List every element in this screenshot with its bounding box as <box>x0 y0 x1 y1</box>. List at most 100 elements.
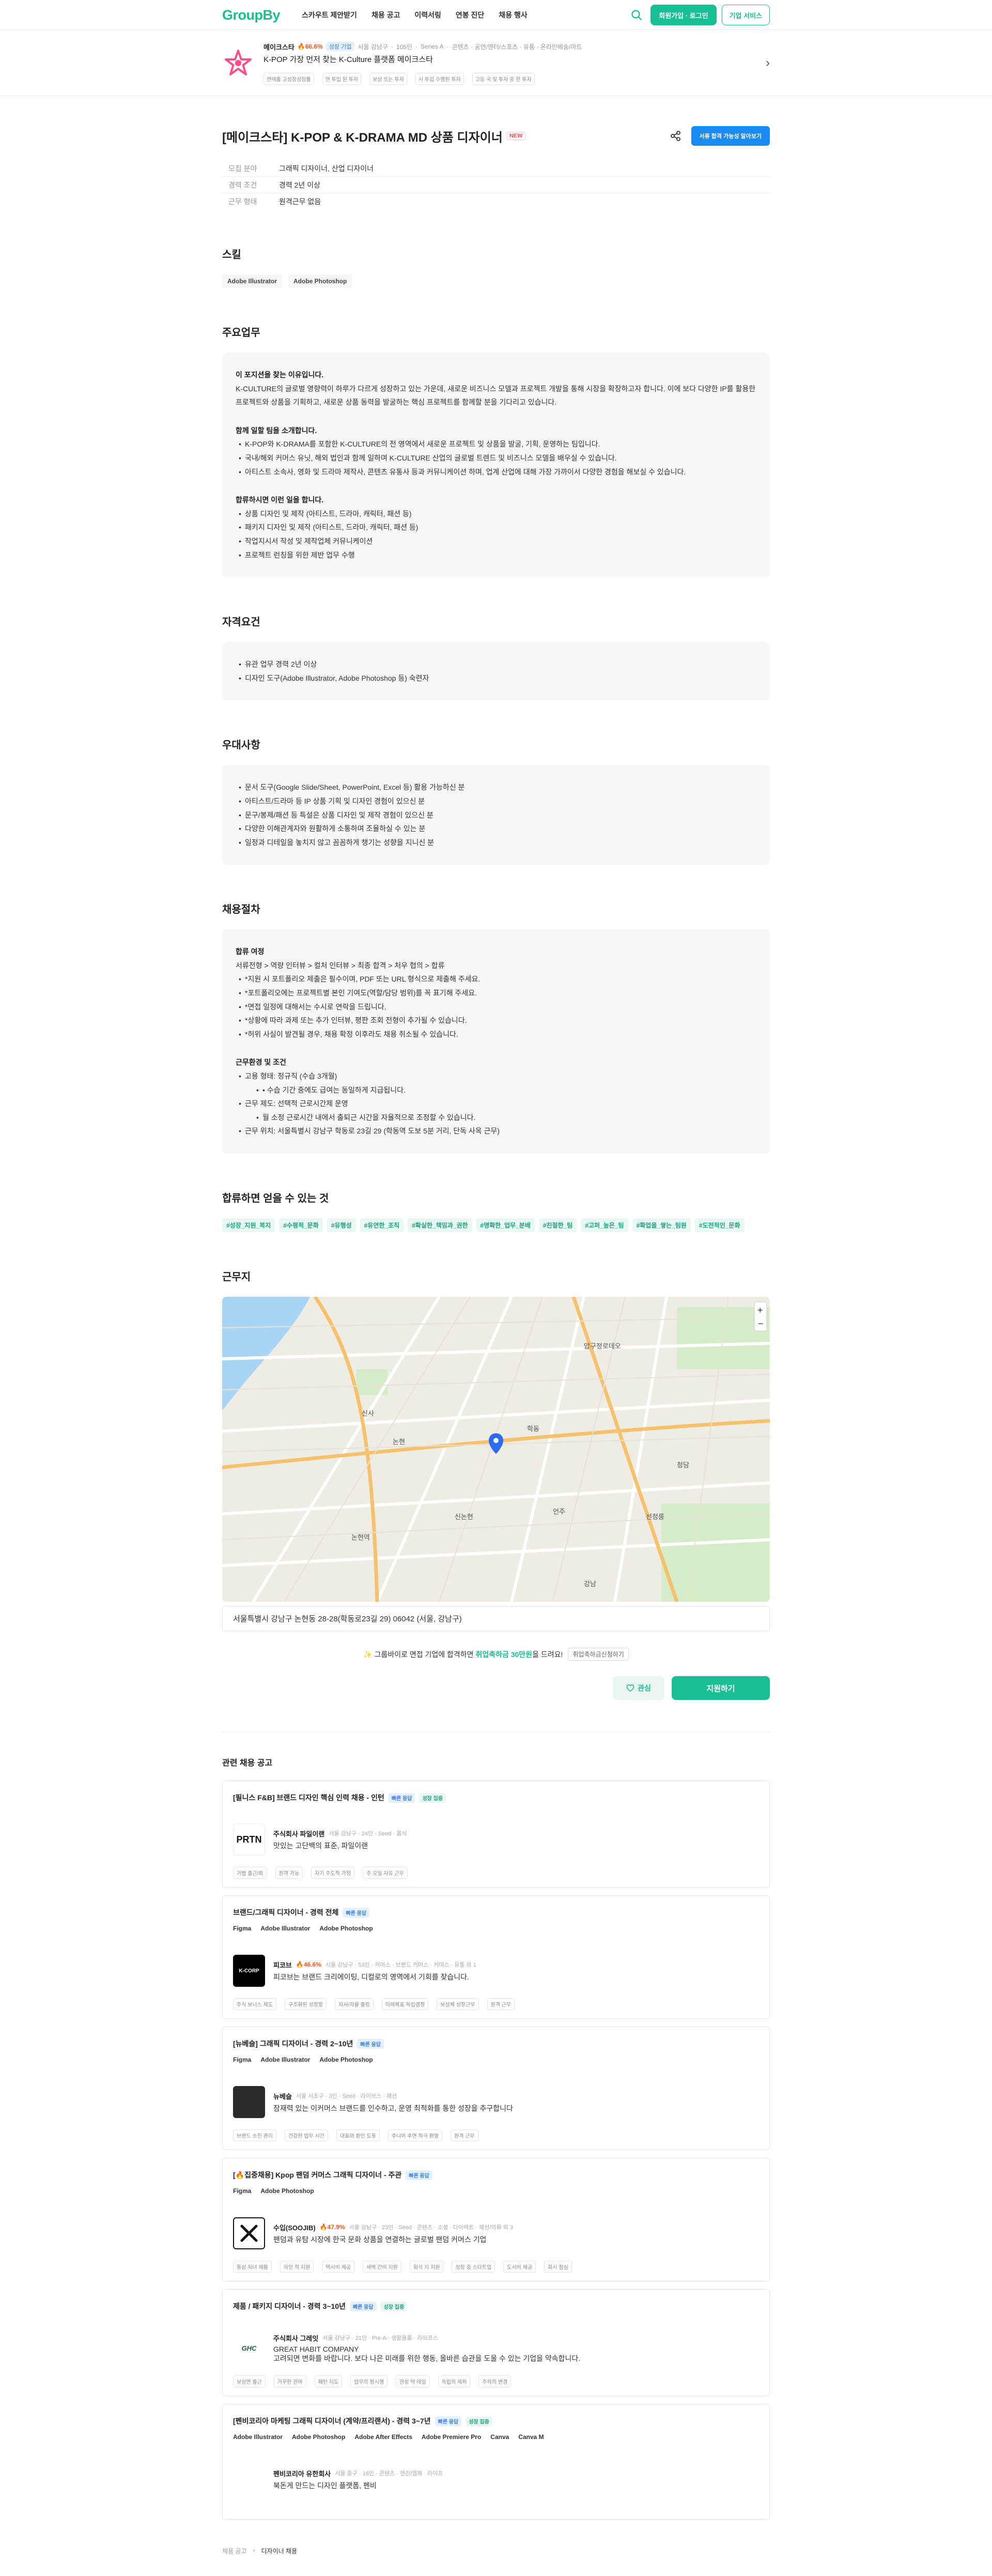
benefit-tag: #확업을_쌓는_팀원 <box>632 1218 691 1232</box>
breadcrumb-item[interactable]: 디자이너 채용 <box>261 2547 298 2555</box>
related-heading: 관련 채용 공고 <box>222 1759 273 1768</box>
nav-resume[interactable]: 이력서링 <box>414 10 441 20</box>
perk-tag: 주식 보너스 제도 <box>233 1998 276 2010</box>
benefit-tag: #수평적_문화 <box>279 1218 323 1232</box>
job-skill: Canva <box>490 2433 509 2441</box>
business-service-button[interactable]: 기업 서비스 <box>721 5 770 25</box>
benefits-heading: 합류하면 얻을 수 있는 것 <box>222 1193 329 1204</box>
share-icon[interactable] <box>668 128 684 144</box>
main-nav: 스카우트 제안받기 채용 공고 이력서링 연봉 진단 채용 행사 <box>302 10 628 20</box>
nav-scout[interactable]: 스카우트 제안받기 <box>302 10 357 20</box>
company-logo <box>233 2217 265 2249</box>
perk-tag: 가볍 출근/퇴 <box>233 1867 267 1879</box>
nav-salary[interactable]: 연봉 진단 <box>456 10 484 20</box>
bonus-apply-link[interactable]: 취업축하금신청하기 <box>568 1648 629 1661</box>
job-detail: [메이크스타] K-POP & K-DRAMA MD 상품 디자이너 NEW 서… <box>222 126 770 2576</box>
breadcrumb-item[interactable]: 채용 공고 <box>222 2547 247 2555</box>
company-meta: 서울 강남구 · 24인 · Seed · 음식 <box>329 1831 407 1837</box>
company-name: 피코브 <box>273 1961 292 1969</box>
pass-chance-button[interactable]: 서류 합격 가능성 알아보기 <box>691 126 770 146</box>
map-label: 학동 <box>527 1425 539 1433</box>
like-button[interactable]: 관심 <box>613 1676 664 1700</box>
preferred-heading: 우대사항 <box>222 740 260 752</box>
benefit-tags: #성장_지원_복지 #수평적_문화 #유행성 #유연한_조직 #확실한_책임과_… <box>222 1218 770 1232</box>
company-name: 뉴베슬 <box>273 2092 292 2100</box>
search-icon[interactable] <box>628 6 645 24</box>
growth-badge: 성장 기업 <box>326 42 355 51</box>
list-item: 문서 도구(Google Slide/Sheet, PowerPoint, Ex… <box>236 780 756 794</box>
nav-jobs[interactable]: 채용 공고 <box>371 10 400 20</box>
login-button[interactable]: 회원가입 · 로그인 <box>650 5 717 25</box>
job-skill: Figma <box>233 2187 252 2195</box>
perk-tag: 자기 주도적 가정 <box>311 1867 355 1879</box>
requirements-box: 유관 업무 경력 2년 이상 디자인 도구(Adobe Illustrator,… <box>222 642 770 701</box>
map-canvas: 논현 신사 학동 강남 압구정로데오 청담 언주 신논현 논현역 선정릉 + − <box>222 1297 770 1602</box>
chevron-right-icon[interactable]: › <box>766 56 770 70</box>
list-item: 프로젝트 런칭을 위한 제반 업무 수행 <box>236 548 756 562</box>
benefit-tag: #도전적인_문화 <box>694 1218 745 1232</box>
map-label: 압구정로데오 <box>584 1342 621 1350</box>
benefit-tag: #명확한_업무_분배 <box>476 1218 535 1232</box>
list-item: *면접 일정에 대해서는 수시로 연락을 드립니다. <box>236 1000 756 1014</box>
company-pills: 연매출 고성장성장률 연 투입 된 투자 보상 또는 투자 시 투입 수행된 투… <box>264 72 766 85</box>
perk-tag: 업무의 평시행 <box>350 2375 388 2387</box>
job-badge: 빠른 응답 <box>435 2416 462 2426</box>
perk-tag: 주 오일 자유 근무 <box>363 1867 408 1879</box>
like-label: 관심 <box>638 1684 651 1692</box>
bonus-text: ✨ 그룹바이로 면접 기업에 합격하면 <box>363 1650 474 1659</box>
list-item: 월 소정 근로시간 내에서 출퇴근 시간을 자율적으로 조정할 수 있습니다. <box>236 1111 756 1125</box>
related-job-title: [필니스 F&B] 브랜드 디자인 핵심 인력 채용 - 인턴 <box>233 1793 384 1802</box>
requirements-heading: 자격요건 <box>222 617 260 628</box>
job-skill: Adobe Photoshop <box>260 2187 314 2195</box>
related-job-card[interactable]: 제품 / 패키지 디자이너 - 경력 3~10년 빠른 응답 성장 집중 GHC 주… <box>222 2289 770 2396</box>
location-map[interactable]: 논현 신사 학동 강남 압구정로데오 청담 언주 신논현 논현역 선정릉 + − <box>222 1297 770 1602</box>
signup-bonus: ✨ 그룹바이로 면접 기업에 합격하면 취업축하금 30만원을 드려요! 취업축… <box>222 1648 770 1661</box>
company-pill: 연매출 고성장성장률 <box>264 72 314 85</box>
company-pill: 보상 또는 투자 <box>369 72 407 85</box>
location-heading: 근무지 <box>222 1271 251 1283</box>
related-job-card[interactable]: 브랜드/그래픽 디자이너 - 경력 전체 빠른 응답 Figma Adobe Ill… <box>222 1895 770 2019</box>
list-item: *포트폴리오에는 프로젝트별 본인 기여도(역할/담당 범위)를 꼭 표기해 주… <box>236 986 756 1000</box>
info-label: 근무 형태 <box>228 197 257 206</box>
benefit-tag: #유연한_조직 <box>360 1218 404 1232</box>
company-meta: 서울 중구 · 16인 · 콘텐츠 · 엔진/앱패 · 라이프 <box>335 2471 443 2477</box>
perk-tag: 미래목표 독립결정 <box>381 1998 429 2010</box>
company-meta: 서울 서초구 · 3인 · Seed · 라이브스 · 패션 <box>296 2093 397 2099</box>
company-meta-location: 서울 강남구 <box>358 43 388 51</box>
perk-tag: 원격 근무 <box>451 2129 478 2141</box>
list-item: 디자인 도구(Adobe Illustrator, Adobe Photosho… <box>236 671 756 685</box>
related-job-card[interactable]: [🔥집중채용] Kpop 팬덤 커머스 그래픽 디자이너 - 주관 빠른 응답 F… <box>222 2158 770 2281</box>
duties-paragraph: K-CULTURE의 글로벌 영향력이 하루가 다르게 성장하고 있는 가운데,… <box>236 384 756 407</box>
perk-tag: 회식 지 지원 <box>409 2261 444 2273</box>
perk-tag: 구조화된 성장발 <box>284 1998 327 2010</box>
job-badge: 성장 집중 <box>380 2301 408 2311</box>
related-job-card[interactable]: [필니스 F&B] 브랜드 디자인 핵심 인력 채용 - 인턴 빠른 응답 성장 집… <box>222 1781 770 1888</box>
company-logo <box>233 2463 265 2495</box>
job-badge: 빠른 응답 <box>343 1907 370 1918</box>
related-job-title: 제품 / 패키지 디자이너 - 경력 3~10년 <box>233 2302 346 2310</box>
perk-tag: 새벽 간비 지원 <box>363 2261 401 2273</box>
nav-events[interactable]: 채용 행사 <box>499 10 527 20</box>
company-meta: 서울 강남구 · 23인 · Seed · 콘텐츠 · 소셜 · 다이렉트 · … <box>349 2225 513 2231</box>
related-job-card[interactable]: [뉴베슬] 그래픽 디자이너 - 경력 2~10년 빠른 응답 Figma Adob… <box>222 2027 770 2150</box>
svg-text:−: − <box>758 1318 764 1329</box>
perk-tag: 택시비 제공 <box>322 2261 355 2273</box>
company-desc: K-POP 가장 먼저 찾는 K-Culture 플랫폼 메이크스타 <box>264 55 433 64</box>
perk-tag: 관성 약 레일 <box>396 2375 430 2387</box>
company-desc: 피코브는 브랜드 크리에이팅, 디컬로의 영역에서 기회를 찾습니다. <box>273 1972 469 1981</box>
map-label: 신사 <box>362 1409 374 1417</box>
logo[interactable]: GroupBy <box>222 7 281 23</box>
list-item: K-POP와 K-DRAMA를 포함한 K-CULTURE의 전 영역에서 새로… <box>236 437 756 451</box>
perk-tag: 원격 근무 <box>487 1998 515 2010</box>
info-label: 경력 조건 <box>228 180 257 189</box>
list-item: 상품 디자인 및 제작 (아티스트, 드라마, 캐릭터, 패션 등) <box>236 507 756 521</box>
skills-list: Adobe Illustrator Adobe Photoshop <box>222 274 770 288</box>
job-skill: Adobe Illustrator <box>260 1925 311 1932</box>
list-item: 아티스트/드라마 등 IP 상품 기획 및 디자인 경험이 있으신 분 <box>236 794 756 808</box>
duties-subheading: 이 포지션을 찾는 이유입니다. <box>236 371 324 379</box>
apply-button[interactable]: 지원하기 <box>672 1676 770 1700</box>
related-job-card[interactable]: [펜비코리아 마케팅 그래픽 디자이너 (계약/프리랜서) - 경력 3~7년 빠… <box>222 2404 770 2520</box>
perk-tag: 회시 점심 <box>544 2261 572 2273</box>
list-item: 근무 위치: 서울특별시 강남구 학동로 23길 29 (학동역 도보 5분 거… <box>236 1124 756 1138</box>
company-banner[interactable]: 메이크스타 🔥66.6% 성장 기업 서울 강남구 · 105인 · Serie… <box>0 30 992 96</box>
